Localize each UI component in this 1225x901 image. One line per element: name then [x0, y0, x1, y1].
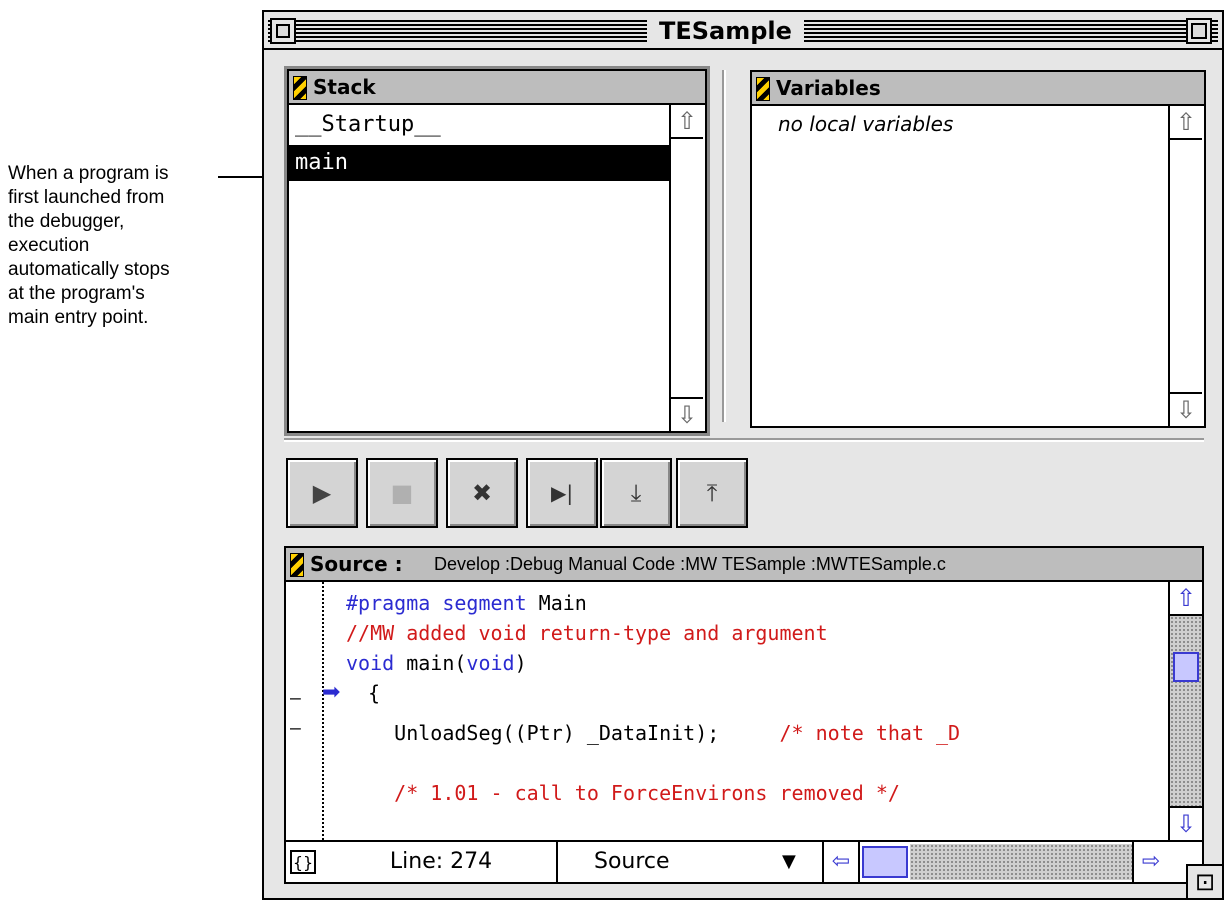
- step-over-icon: ▶|: [550, 481, 574, 505]
- run-button[interactable]: ▶: [286, 458, 358, 528]
- no-variables-text: no local variables: [778, 112, 954, 136]
- source-pane: Source : Develop :Debug Manual Code :MW …: [284, 546, 1204, 888]
- variables-title: Variables: [776, 76, 881, 100]
- view-selector[interactable]: Source ▼: [558, 842, 824, 882]
- horizontal-splitter[interactable]: [284, 438, 1204, 442]
- pc-arrow-icon: ➡: [322, 680, 341, 705]
- close-box-icon: [276, 24, 290, 38]
- code-line: //MW added void return-type and argument: [346, 621, 828, 645]
- scroll-track[interactable]: [1170, 616, 1202, 806]
- code-line: /* 1.01 - call to ForceEnvirons removed …: [394, 781, 900, 805]
- source-vertical-scrollbar[interactable]: ⇧ ⇩: [1168, 580, 1204, 842]
- breakpoint-marker[interactable]: –: [290, 688, 301, 709]
- horizontal-scroll-thumb[interactable]: [862, 846, 908, 878]
- code-line: void main(void): [346, 651, 527, 675]
- braces-button[interactable]: {}: [290, 850, 316, 874]
- stop-button[interactable]: ■: [366, 458, 438, 528]
- scroll-up-arrow-icon[interactable]: ⇧: [671, 105, 703, 139]
- close-box[interactable]: [270, 18, 296, 44]
- code-line: #pragma segment Main: [346, 591, 587, 615]
- title-bar[interactable]: TESample: [264, 12, 1222, 50]
- callout-line-6: at the program's: [8, 283, 145, 304]
- code-line: UnloadSeg((Ptr) _DataInit); /* note that…: [346, 721, 961, 745]
- scroll-thumb[interactable]: [1173, 652, 1199, 682]
- debugger-window: TESample Stack __Startup__ main ⇧ ⇩ Vari…: [262, 10, 1224, 900]
- kill-icon: ✖: [471, 479, 493, 507]
- window-title: TESample: [647, 16, 804, 46]
- step-out-icon: ⤒: [706, 479, 718, 507]
- scroll-up-arrow-icon[interactable]: ⇧: [1170, 582, 1202, 616]
- chevron-down-icon: ▼: [782, 851, 796, 872]
- step-into-button[interactable]: ⤓: [600, 458, 672, 528]
- stack-pane-frame: Stack __Startup__ main ⇧ ⇩: [284, 66, 710, 436]
- zoom-box[interactable]: [1186, 18, 1212, 44]
- stack-title: Stack: [313, 75, 376, 99]
- scroll-left-arrow-icon[interactable]: ⇦: [824, 842, 860, 882]
- callout-line-7: main entry point.: [8, 307, 149, 328]
- stack-list[interactable]: __Startup__ main ⇧ ⇩: [287, 103, 707, 433]
- code-line: {: [368, 681, 381, 705]
- stack-scrollbar[interactable]: ⇧ ⇩: [669, 105, 705, 431]
- run-icon: ▶: [312, 479, 332, 507]
- source-file-path: Develop :Debug Manual Code :MW TESample …: [434, 554, 946, 574]
- callout-line-1: When a program is: [8, 163, 169, 184]
- stack-header: Stack: [287, 69, 707, 105]
- hazard-icon: [293, 76, 307, 100]
- source-status-bar: {} Line: 274 Source ▼ ⇦ ⇨: [284, 840, 1204, 884]
- line-number-label: Line: 274: [326, 842, 558, 882]
- scroll-down-arrow-icon[interactable]: ⇩: [1170, 392, 1202, 426]
- callout-text: When a program is first launched from th…: [8, 162, 233, 330]
- stack-row-startup[interactable]: __Startup__: [289, 107, 669, 143]
- callout-line-4: execution: [8, 235, 90, 256]
- variables-pane-frame: Variables no local variables ⇧ ⇩: [750, 70, 1206, 428]
- scroll-down-arrow-icon[interactable]: ⇩: [1170, 806, 1202, 840]
- step-over-button[interactable]: ▶|: [526, 458, 598, 528]
- breakpoint-marker[interactable]: –: [290, 718, 301, 739]
- callout-line-3: the debugger,: [8, 211, 125, 232]
- hazard-icon: [290, 553, 304, 577]
- scroll-down-arrow-icon[interactable]: ⇩: [671, 397, 703, 431]
- kill-button[interactable]: ✖: [446, 458, 518, 528]
- grow-box-icon: ⊡: [1194, 868, 1216, 896]
- source-title: Source :: [310, 552, 403, 576]
- source-header: Source : Develop :Debug Manual Code :MW …: [284, 546, 1204, 582]
- step-out-button[interactable]: ⤒: [676, 458, 748, 528]
- scroll-right-arrow-icon[interactable]: ⇨: [1132, 842, 1168, 882]
- zoom-box-icon: [1191, 23, 1207, 39]
- hazard-icon: [756, 77, 770, 101]
- scroll-up-arrow-icon[interactable]: ⇧: [1170, 106, 1202, 140]
- pane-splitter[interactable]: [722, 70, 726, 422]
- callout-line-2: first launched from: [8, 187, 165, 208]
- horizontal-scroll-track[interactable]: [910, 844, 1132, 880]
- view-selector-value: Source: [594, 849, 670, 874]
- variables-list[interactable]: no local variables ⇧ ⇩: [750, 104, 1206, 428]
- callout-line-5: automatically stops: [8, 259, 170, 280]
- breakpoint-gutter[interactable]: [286, 582, 324, 840]
- code-view[interactable]: – – ➡ #pragma segment Main //MW added vo…: [284, 580, 1168, 842]
- resize-grow-box[interactable]: ⊡: [1186, 864, 1222, 898]
- stop-icon: ■: [390, 479, 414, 507]
- stack-row-main[interactable]: main: [289, 145, 669, 181]
- variables-scrollbar[interactable]: ⇧ ⇩: [1168, 106, 1204, 426]
- step-into-icon: ⤓: [630, 479, 642, 507]
- variables-header: Variables: [750, 70, 1206, 106]
